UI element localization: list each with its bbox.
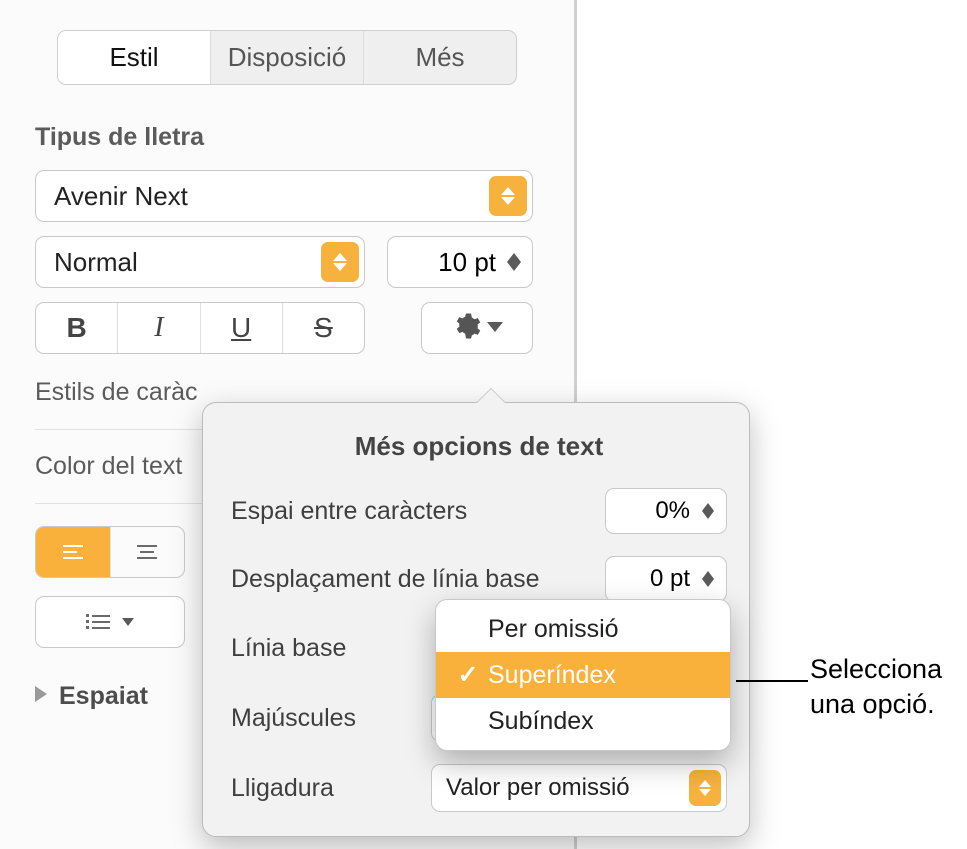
- callout-text: Selecciona una opció.: [810, 652, 942, 722]
- bius-group: B I U S: [35, 302, 365, 354]
- tab-layout[interactable]: Disposició: [211, 31, 364, 84]
- menu-item-label: Subíndex: [488, 707, 594, 736]
- character-spacing-value: 0%: [606, 497, 696, 525]
- popover-title: Més opcions de text: [231, 431, 727, 462]
- checkmark-icon: ✓: [456, 614, 480, 644]
- ligature-row: Lligadura Valor per omissió: [231, 764, 727, 812]
- callout-leader-line: [736, 680, 808, 682]
- font-weight-value: Normal: [54, 247, 321, 278]
- callout-line1: Selecciona: [810, 654, 942, 684]
- baseline-shift-value: 0 pt: [606, 565, 696, 593]
- baseline-option-subscript[interactable]: ✓ Subíndex: [436, 698, 730, 744]
- baseline-option-superscript[interactable]: ✓ Superíndex: [436, 652, 730, 698]
- bold-button[interactable]: B: [36, 303, 118, 353]
- strikethrough-button[interactable]: S: [283, 303, 364, 353]
- font-style-size-row: Normal 10 pt: [35, 236, 533, 288]
- checkmark-icon: ✓: [456, 706, 480, 736]
- character-spacing-stepper[interactable]: [696, 503, 720, 519]
- baseline-label: Línia base: [231, 634, 346, 663]
- text-style-row: B I U S: [35, 302, 533, 354]
- character-spacing-label: Espai entre caràcters: [231, 497, 467, 526]
- ligature-popup[interactable]: Valor per omissió: [431, 764, 727, 812]
- align-left-button[interactable]: [36, 527, 111, 577]
- caps-label: Majúscules: [231, 704, 356, 733]
- callout-line2: una opció.: [810, 689, 935, 719]
- chevron-down-icon: [122, 618, 134, 626]
- spacing-label: Espaiat: [59, 682, 148, 711]
- list-icon: [86, 612, 116, 632]
- font-family-value: Avenir Next: [54, 181, 489, 212]
- font-weight-popup[interactable]: Normal: [35, 236, 365, 288]
- chevron-down-icon: [487, 319, 503, 337]
- chevron-right-icon: [35, 686, 47, 707]
- baseline-shift-label: Desplaçament de línia base: [231, 565, 540, 594]
- menu-item-label: Per omissió: [488, 615, 619, 644]
- tab-more[interactable]: Més: [364, 31, 516, 84]
- italic-button[interactable]: I: [118, 303, 200, 353]
- updown-arrows-icon: [489, 176, 527, 216]
- gear-icon: [451, 311, 481, 346]
- ligature-label: Lligadura: [231, 774, 334, 803]
- baseline-menu: ✓ Per omissió ✓ Superíndex ✓ Subíndex: [435, 599, 731, 751]
- align-center-button[interactable]: [111, 527, 185, 577]
- baseline-option-default[interactable]: ✓ Per omissió: [436, 606, 730, 652]
- alignment-group: [35, 526, 185, 578]
- checkmark-icon: ✓: [456, 660, 480, 690]
- advanced-text-options-button[interactable]: [421, 302, 533, 354]
- font-section-title: Tipus de lletra: [35, 123, 539, 152]
- baseline-shift-row: Desplaçament de línia base 0 pt: [231, 556, 727, 602]
- format-tabs: Estil Disposició Més: [57, 30, 517, 85]
- font-size-field[interactable]: 10 pt: [387, 236, 533, 288]
- updown-arrows-icon: [321, 242, 359, 282]
- font-size-value: 10 pt: [388, 247, 502, 278]
- ligature-value: Valor per omissió: [446, 774, 689, 802]
- baseline-shift-field[interactable]: 0 pt: [605, 556, 727, 602]
- underline-button[interactable]: U: [201, 303, 283, 353]
- baseline-shift-stepper[interactable]: [696, 571, 720, 587]
- updown-arrows-icon: [689, 770, 721, 806]
- menu-item-label: Superíndex: [488, 661, 616, 690]
- font-size-stepper[interactable]: [502, 253, 526, 271]
- list-style-button[interactable]: [35, 596, 185, 648]
- character-spacing-field[interactable]: 0%: [605, 488, 727, 534]
- tab-style[interactable]: Estil: [58, 31, 211, 84]
- font-family-popup[interactable]: Avenir Next: [35, 170, 533, 222]
- character-spacing-row: Espai entre caràcters 0%: [231, 488, 727, 534]
